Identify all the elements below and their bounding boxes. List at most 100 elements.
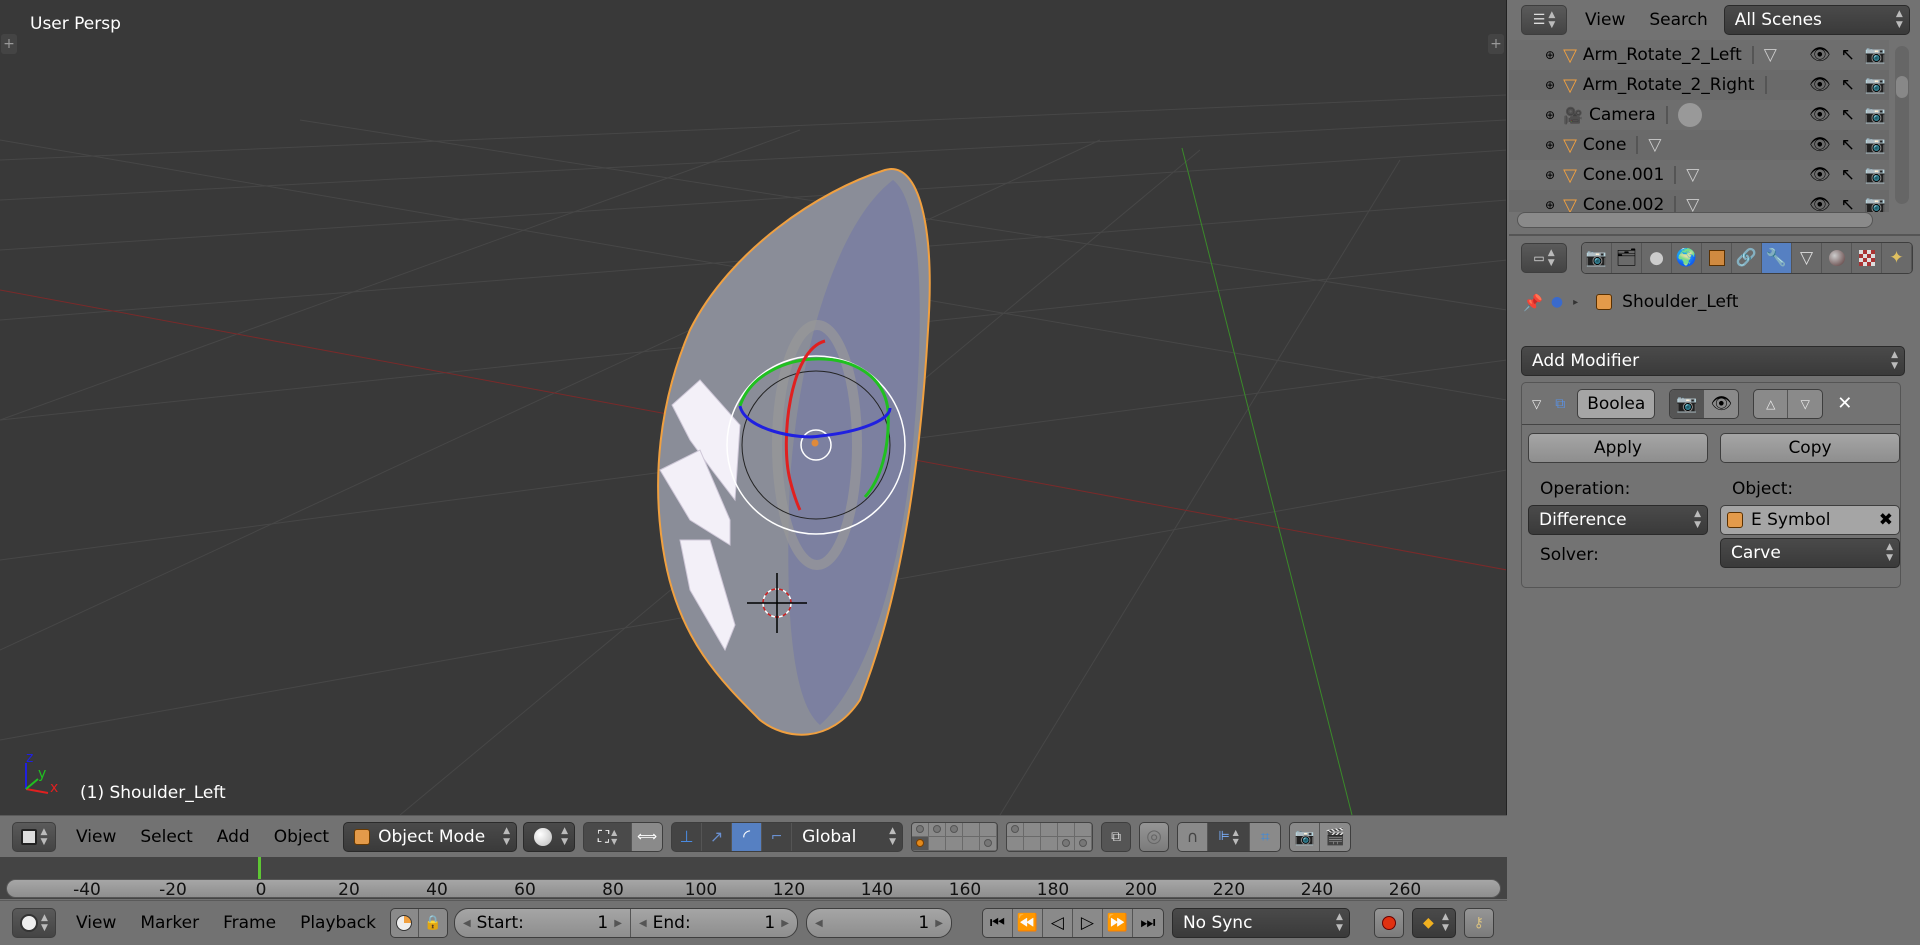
tab-texture[interactable] [1852,243,1882,273]
render-camera-icon[interactable]: 📷 [1865,165,1886,185]
solver-selector[interactable]: Carve ▲ ▼ [1720,538,1900,568]
manipulate-center-toggle[interactable]: ⟺ [632,822,663,851]
move-up-button[interactable]: △ [1754,389,1789,418]
cursor-icon[interactable]: ↖ [1841,195,1855,212]
sync-mode-selector[interactable]: No Sync ▲ ▼ [1171,908,1350,938]
proportional-editing-button[interactable]: ◎ [1139,821,1170,852]
outliner-item[interactable]: ⊕ ▽ Arm_Rotate_2_Right 👁 ↖ 📷 [1509,70,1889,100]
eye-icon[interactable]: 👁 [1809,105,1831,125]
outliner-vertical-scrollbar[interactable] [1895,46,1909,204]
outliner-editor-type-selector[interactable]: ☰ ▲ ▼ [1521,5,1567,35]
expand-icon[interactable]: ⊕ [1545,168,1555,182]
outliner-item[interactable]: ⊕ ▽ Cone.002 ▽ 👁 ↖ 📷 [1509,190,1889,212]
start-frame-field[interactable]: ◀ Start: 1 ▶ [455,909,631,937]
viewport-shading-selector[interactable]: ▲ ▼ [523,821,576,852]
tab-particles[interactable]: ✦ [1882,243,1912,273]
end-frame-field[interactable]: ◀ End: 1 ▶ [631,909,797,937]
outliner-menu-view[interactable]: View [1573,10,1637,30]
snap-element-selector[interactable]: ⊫ ▲ ▼ [1208,822,1251,851]
properties-shelf-toggle-button[interactable]: + [1488,34,1504,54]
render-camera-icon[interactable]: 📷 [1865,45,1886,65]
camera-data-icon[interactable] [1677,103,1702,127]
outliner-list[interactable]: ⊕ ▽ Arm_Rotate_2_Left ▽ 👁 ↖ 📷 ⊕ ▽ Arm_Rota… [1509,40,1895,212]
cursor-icon[interactable]: ↖ [1841,165,1855,185]
layers-group-2[interactable] [1006,821,1094,852]
lock-time-cursor-button[interactable]: 🔒 [419,909,447,937]
close-icon[interactable]: ✕ [1837,393,1852,414]
outliner-item[interactable]: ⊕ 🎥 Camera 👁 ↖ 📷 [1509,100,1889,130]
layers-group-1[interactable] [911,821,999,852]
menu-view[interactable]: View [64,827,128,847]
pivot-point-selector[interactable]: ⛶ ▲ ▼ [584,822,633,851]
outliner-item[interactable]: ⊕ ▽ Cone ▽ 👁 ↖ 📷 [1509,130,1889,160]
menu-object[interactable]: Object [262,827,341,847]
3d-viewport[interactable]: z y x User Persp + + (1) Shoulder_Left [0,0,1507,815]
outliner-menu-search[interactable]: Search [1637,10,1719,30]
current-frame-field[interactable]: ◀ 1 ▶ [805,908,952,938]
tab-world[interactable]: 🌍 [1672,243,1702,273]
viewport-display-toggle[interactable]: 👁 [1704,390,1738,418]
timeline-editor-type-selector[interactable]: ▲ ▼ [12,908,56,938]
opengl-render-animation-button[interactable]: 🎬 [1320,823,1350,851]
clear-x-icon[interactable]: ✖ [1879,510,1893,530]
cursor-icon[interactable]: ↖ [1841,45,1855,65]
lock-scene-layers-button[interactable]: ⧉ [1101,821,1132,852]
copy-button[interactable]: Copy [1720,433,1900,463]
scene-canvas[interactable]: z y x [0,0,1507,815]
properties-editor-type-selector[interactable]: ▭ ▲ ▼ [1521,243,1567,273]
timeline-menu-playback[interactable]: Playback [288,913,388,933]
mesh-data-icon[interactable]: ▽ [1686,165,1699,185]
jump-to-keyframe-forward-button[interactable]: ⏩ [1103,909,1133,937]
outliner-item[interactable]: ⊕ ▽ Cone.001 ▽ 👁 ↖ 📷 [1509,160,1889,190]
keying-set-selector[interactable]: ◆ ▲ ▼ [1411,908,1456,938]
object-field[interactable]: E Symbol ✖ [1720,505,1900,535]
cursor-icon[interactable]: ↖ [1841,135,1855,155]
scale-manipulator-button[interactable]: ⌐ [762,822,793,851]
snap-toggle[interactable]: ∩ [1178,822,1209,851]
expand-icon[interactable]: ⊕ [1545,138,1555,152]
eye-icon[interactable]: 👁 [1809,165,1831,185]
expand-icon[interactable]: ⊕ [1545,198,1555,212]
play-reverse-button[interactable]: ◁ [1043,909,1073,937]
jump-to-end-button[interactable]: ⏭ [1133,909,1163,937]
tab-modifiers[interactable]: 🔧 [1762,243,1792,273]
apply-button[interactable]: Apply [1528,433,1708,463]
keying-set-button[interactable]: ⚷ [1463,908,1494,938]
expand-icon[interactable]: ⊕ [1545,108,1555,122]
cursor-icon[interactable]: ↖ [1841,105,1855,125]
tab-render-layers[interactable]: 🗂 [1612,243,1642,273]
menu-select[interactable]: Select [128,827,204,847]
timeline-menu-frame[interactable]: Frame [211,913,288,933]
tab-object[interactable] [1702,243,1732,273]
move-down-button[interactable]: ▽ [1788,390,1822,418]
transform-orientation-selector[interactable]: Global ▲ ▼ [792,823,902,851]
display-mode-selector[interactable]: All Scenes ▲ ▼ [1723,5,1910,35]
auto-keying-button[interactable] [1373,908,1404,938]
translate-manipulator-button[interactable]: ↗ [702,822,733,851]
outliner-item[interactable]: ⊕ ▽ Arm_Rotate_2_Left ▽ 👁 ↖ 📷 [1509,40,1889,70]
selected-object-shoulder-left[interactable] [657,168,931,736]
add-modifier-selector[interactable]: Add Modifier ▲ ▼ [1521,346,1905,376]
collapse-triangle-icon[interactable]: ▽ [1532,397,1541,411]
jump-to-start-button[interactable]: ⏮ [983,909,1013,937]
tab-render[interactable]: 📷 [1582,243,1612,273]
current-frame-indicator[interactable] [258,857,261,881]
timeline-menu-view[interactable]: View [64,913,128,933]
render-camera-icon[interactable]: 📷 [1865,135,1886,155]
jump-to-keyframe-back-button[interactable]: ⏪ [1013,909,1043,937]
cursor-icon[interactable]: ↖ [1841,75,1855,95]
rotate-manipulator-button[interactable]: ◜ [732,822,763,851]
tab-data[interactable]: ▽ [1792,243,1822,273]
eye-icon[interactable]: 👁 [1809,195,1831,212]
pin-icon[interactable]: 📌 [1523,293,1543,312]
eye-icon[interactable]: 👁 [1809,75,1831,95]
eye-icon[interactable]: 👁 [1809,135,1831,155]
timeline-ruler[interactable]: -40 -20 0 20 40 60 80 100 120 140 160 18… [6,879,1501,900]
mesh-data-icon[interactable]: ▽ [1686,195,1699,212]
operation-selector[interactable]: Difference ▲ ▼ [1528,505,1708,535]
snap-target-button[interactable]: ⌗ [1250,823,1280,851]
editor-type-selector[interactable]: ▲ ▼ [12,821,56,852]
manipulator-toggle[interactable]: ⊥ [672,822,703,851]
tab-scene[interactable]: ● [1642,243,1672,273]
outliner-horizontal-scrollbar[interactable] [1517,212,1873,228]
